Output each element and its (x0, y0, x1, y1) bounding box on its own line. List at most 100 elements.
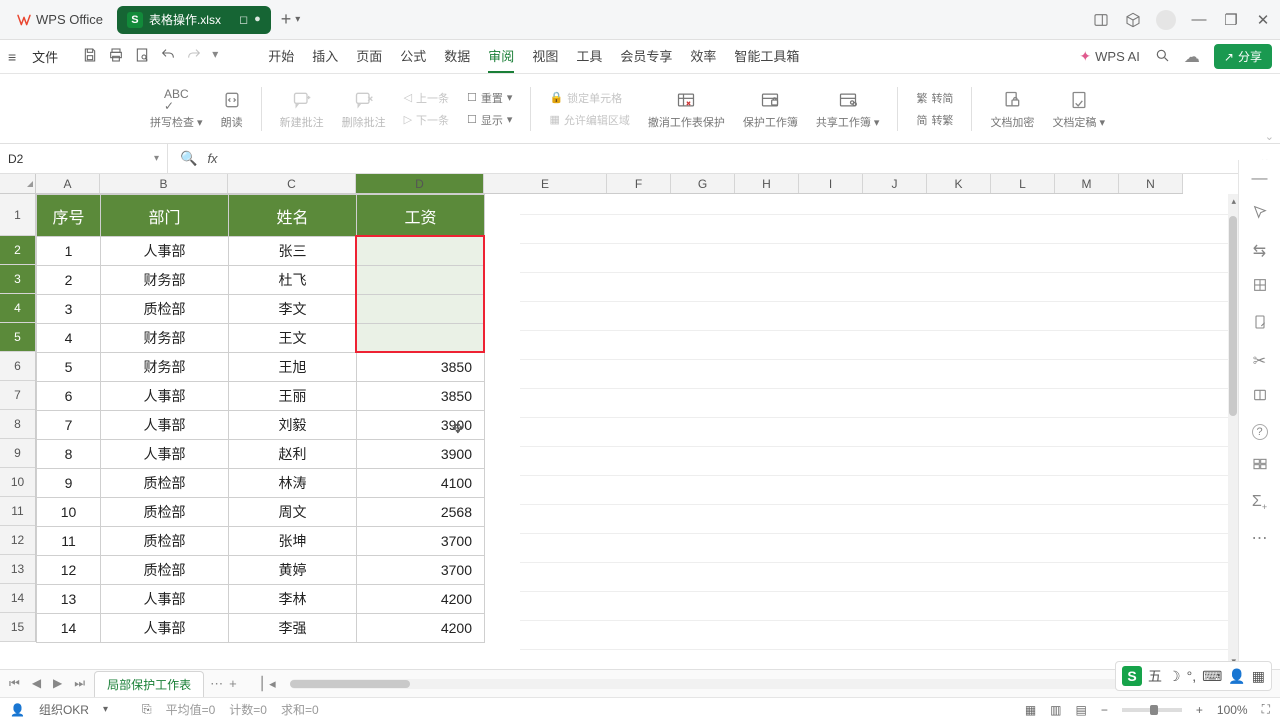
cell[interactable] (357, 295, 485, 324)
save-icon[interactable] (82, 47, 98, 67)
print-icon[interactable] (108, 47, 124, 67)
cell[interactable]: 财务部 (101, 353, 229, 382)
cell[interactable]: 林涛 (229, 469, 357, 498)
doc-finalize-button[interactable]: 文档定稿 ▾ (1052, 88, 1105, 130)
delete-comment-button[interactable]: 删除批注 (342, 88, 386, 130)
sheet-panel-icon[interactable] (1252, 277, 1268, 298)
cell[interactable]: 质检部 (101, 295, 229, 324)
zoom-label[interactable]: 100% (1217, 703, 1248, 717)
undo-icon[interactable] (160, 47, 176, 67)
ribbon-tab[interactable]: 数据 (444, 40, 470, 73)
print-preview-icon[interactable] (134, 47, 150, 67)
cells-grid[interactable]: 序号部门姓名工资1人事部张三2财务部杜飞3质检部李文4财务部王文5财务部王旭38… (36, 194, 1238, 669)
doc-encrypt-button[interactable]: 文档加密 (990, 88, 1034, 130)
column-header[interactable]: D (356, 174, 484, 193)
cell[interactable]: 9 (37, 469, 101, 498)
table-header-cell[interactable]: 部门 (101, 195, 229, 237)
window-close-icon[interactable]: ✕ (1254, 11, 1272, 29)
vertical-scrollbar[interactable]: ▴ ▾ (1228, 194, 1238, 669)
ribbon-tab[interactable]: 智能工具箱 (734, 40, 799, 73)
row-header[interactable]: 10 (0, 468, 35, 497)
row-header[interactable]: 4 (0, 294, 35, 323)
cloud-icon[interactable]: ☁ (1184, 47, 1200, 67)
column-header[interactable]: N (1119, 174, 1183, 193)
split-icon[interactable]: ⎮ ◂ (259, 676, 276, 692)
protect-workbook-button[interactable]: 保护工作簿 (743, 88, 798, 130)
cell[interactable]: 质检部 (101, 556, 229, 585)
scroll-thumb[interactable] (1229, 216, 1237, 416)
column-header[interactable]: J (863, 174, 927, 193)
ribbon-tab[interactable]: 审阅 (488, 40, 514, 73)
ribbon-tab[interactable]: 插入 (312, 40, 338, 73)
cell[interactable]: 3900 (357, 440, 485, 469)
view-layout-icon[interactable]: ▥ (1050, 703, 1061, 717)
scroll-up-icon[interactable]: ▴ (1231, 196, 1236, 207)
row-header[interactable]: 12 (0, 526, 35, 555)
cell[interactable]: 10 (37, 498, 101, 527)
add-sheet-icon[interactable]: + (229, 676, 237, 691)
cell[interactable]: 人事部 (101, 237, 229, 266)
ribbon-tab[interactable]: 会员专享 (620, 40, 672, 73)
ribbon-tab[interactable]: 效率 (690, 40, 716, 73)
cell[interactable] (357, 266, 485, 295)
row-header[interactable]: 1 (0, 194, 35, 236)
cell[interactable]: 1 (37, 237, 101, 266)
cell[interactable]: 14 (37, 614, 101, 643)
tab-dup-icon[interactable]: ◻ (239, 13, 248, 26)
book-icon[interactable] (1252, 387, 1268, 408)
window-minimize-icon[interactable]: — (1190, 11, 1208, 29)
column-header[interactable]: K (927, 174, 991, 193)
next-comment-button[interactable]: ▷下一条 (404, 112, 449, 128)
exchange-icon[interactable]: ⇆ (1253, 241, 1266, 261)
ime-keyboard-icon[interactable]: ⌨ (1202, 668, 1222, 685)
file-tab[interactable]: S 表格操作.xlsx ◻ ● (117, 6, 271, 34)
row-header[interactable]: 5 (0, 323, 35, 352)
cell[interactable]: 2568 (357, 498, 485, 527)
cell[interactable]: 3900 (357, 411, 485, 440)
row-header[interactable]: 2 (0, 236, 35, 265)
cell[interactable]: 3 (37, 295, 101, 324)
column-header[interactable]: C (228, 174, 356, 193)
first-sheet-icon[interactable]: ⏮ (6, 674, 23, 693)
view-normal-icon[interactable]: ▦ (1025, 703, 1036, 717)
cell[interactable]: 5 (37, 353, 101, 382)
row-header[interactable]: 9 (0, 439, 35, 468)
last-sheet-icon[interactable]: ⏭ (71, 674, 88, 693)
zoom-in-icon[interactable]: + (1196, 703, 1203, 717)
ime-moon-icon[interactable]: ☽ (1168, 668, 1181, 685)
zoom-out-icon[interactable]: − (1101, 703, 1108, 717)
wps-ai-button[interactable]: ✦ WPS AI (1079, 48, 1140, 65)
row-header[interactable]: 7 (0, 381, 35, 410)
cell[interactable]: 质检部 (101, 469, 229, 498)
horizontal-scroll-thumb[interactable] (290, 680, 410, 688)
ime-person-icon[interactable]: 👤 (1228, 668, 1245, 685)
ribbon-tab[interactable]: 页面 (356, 40, 382, 73)
formula-input[interactable] (230, 144, 1250, 173)
column-header[interactable]: H (735, 174, 799, 193)
cell-reference-input[interactable] (8, 152, 118, 166)
select-all-corner[interactable] (0, 174, 36, 194)
column-header[interactable]: G (671, 174, 735, 193)
cell[interactable]: 黄婷 (229, 556, 357, 585)
sheet-tab-active[interactable]: 局部保护工作表 (94, 671, 204, 697)
cell[interactable]: 质检部 (101, 527, 229, 556)
cursor-tool-icon[interactable] (1252, 204, 1268, 225)
cell[interactable]: 人事部 (101, 411, 229, 440)
minus-icon[interactable]: — (1252, 170, 1268, 188)
row-header[interactable]: 11 (0, 497, 35, 526)
column-header[interactable]: A (36, 174, 100, 193)
view-page-icon[interactable]: ▤ (1076, 703, 1087, 717)
new-tab-button[interactable]: + ▾ (281, 9, 301, 30)
read-aloud-button[interactable]: 朗读 (221, 88, 243, 130)
cell[interactable]: 财务部 (101, 266, 229, 295)
cell[interactable]: 财务部 (101, 324, 229, 353)
cell[interactable]: 11 (37, 527, 101, 556)
cell[interactable]: 人事部 (101, 382, 229, 411)
lock-cell-button[interactable]: 🔒锁定单元格 (549, 90, 629, 106)
share-workbook-button[interactable]: 共享工作簿 ▾ (816, 88, 880, 130)
cell[interactable]: 8 (37, 440, 101, 469)
cell[interactable] (357, 237, 485, 266)
cell[interactable]: 3700 (357, 527, 485, 556)
chevron-down-icon[interactable]: ▾ (154, 153, 159, 164)
cell[interactable]: 3850 (357, 353, 485, 382)
